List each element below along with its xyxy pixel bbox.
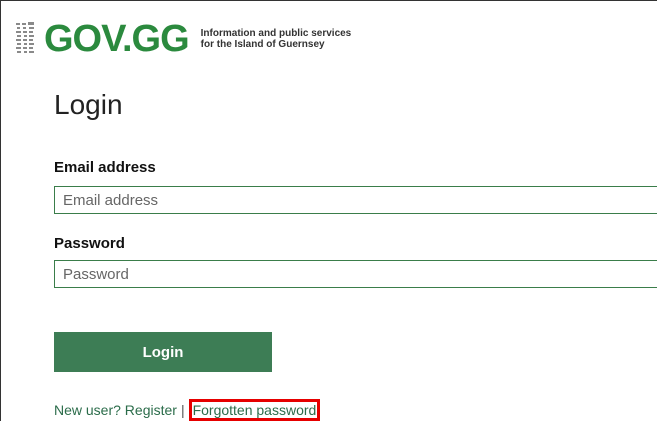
email-label: Email address: [54, 159, 156, 176]
page-frame: GOV.GG Information and public services f…: [0, 0, 657, 421]
email-field[interactable]: [54, 186, 657, 214]
tagline-line-1: Information and public services: [200, 28, 352, 39]
login-button[interactable]: Login: [54, 332, 272, 372]
site-header: GOV.GG Information and public services f…: [15, 15, 351, 63]
forgot-password-highlight: Forgotten password: [188, 399, 321, 421]
password-label: Password: [54, 235, 125, 252]
account-links: New user? Register | Forgotten password: [54, 399, 321, 421]
password-field[interactable]: [54, 260, 657, 288]
register-link[interactable]: New user? Register: [54, 402, 177, 418]
page-title: Login: [54, 89, 123, 120]
forgot-password-link[interactable]: Forgotten password: [193, 402, 317, 418]
tagline-line-2: for the Island of Guernsey: [200, 39, 325, 50]
link-separator: |: [180, 402, 185, 418]
site-tagline: Information and public services for the …: [201, 28, 352, 50]
site-logo[interactable]: GOV.GG: [44, 20, 190, 58]
guernsey-crest-icon: [16, 22, 34, 53]
